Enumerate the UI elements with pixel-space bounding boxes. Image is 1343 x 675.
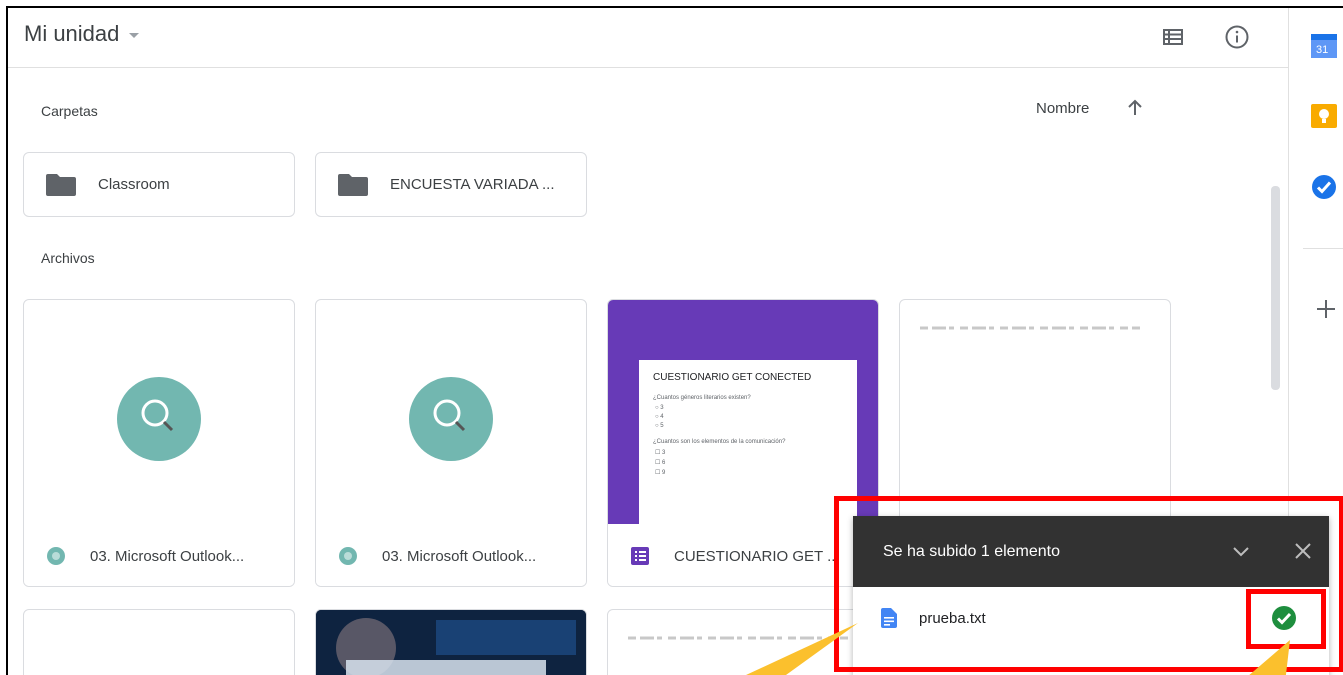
file-thumbnail xyxy=(316,300,586,524)
form-option: ○ 4 xyxy=(655,414,664,420)
video-file-icon xyxy=(339,547,357,565)
form-title: CUESTIONARIO GET CONECTED xyxy=(653,372,812,383)
form-option: ☐ 6 xyxy=(655,460,666,466)
file-name: CUESTIONARIO GET ... xyxy=(674,547,840,565)
svg-text:31: 31 xyxy=(1316,44,1328,56)
add-addon-icon[interactable] xyxy=(1315,298,1337,320)
close-icon[interactable] xyxy=(1290,538,1316,564)
forms-icon xyxy=(631,547,649,565)
file-thumbnail xyxy=(900,300,1170,524)
file-item[interactable] xyxy=(315,609,587,675)
file-thumbnail xyxy=(316,610,586,675)
form-preview: CUESTIONARIO GET CONECTED ¿Cuantos géner… xyxy=(639,360,857,524)
drive-window: Mi unidad 31 Carpetas Nombre Classroom E… xyxy=(6,6,1343,675)
form-option: ☐ 9 xyxy=(655,470,666,476)
tasks-icon[interactable] xyxy=(1311,174,1337,200)
check-circle-icon xyxy=(1272,606,1296,630)
arrow-up-icon[interactable] xyxy=(1125,98,1145,118)
upload-file-name: prueba.txt xyxy=(919,609,986,627)
my-drive-dropdown[interactable]: Mi unidad xyxy=(24,21,140,47)
folder-icon xyxy=(46,173,76,196)
files-heading: Archivos xyxy=(41,250,95,266)
form-option: ○ 3 xyxy=(655,405,664,411)
file-thumbnail xyxy=(24,300,294,524)
video-file-icon xyxy=(47,547,65,565)
divider xyxy=(1303,248,1343,249)
annotation-arrow xyxy=(746,623,858,675)
annotation-arrow xyxy=(1249,640,1290,675)
file-item[interactable]: 03. Microsoft Outlook... xyxy=(23,299,295,587)
sort-by-name[interactable]: Nombre xyxy=(1036,100,1089,117)
form-option: ○ 5 xyxy=(655,423,664,429)
folder-icon xyxy=(338,173,368,196)
folders-heading: Carpetas xyxy=(41,103,98,119)
file-thumbnail: CUESTIONARIO GET CONECTED ¿Cuantos géner… xyxy=(608,300,878,524)
file-item[interactable]: CUESTIONARIO GET CONECTED ¿Cuantos géner… xyxy=(607,299,879,587)
folder-item[interactable]: Classroom xyxy=(23,152,295,217)
calendar-icon[interactable]: 31 xyxy=(1311,34,1337,58)
page-title: Mi unidad xyxy=(24,21,120,46)
keep-icon[interactable] xyxy=(1311,104,1337,128)
document-icon xyxy=(881,608,897,628)
chevron-down-icon[interactable] xyxy=(1228,538,1254,564)
file-name: 03. Microsoft Outlook... xyxy=(382,547,537,565)
folder-item[interactable]: ENCUESTA VARIADA ... xyxy=(315,152,587,217)
folder-name: Classroom xyxy=(98,176,170,193)
file-item[interactable]: 03. Microsoft Outlook... xyxy=(315,299,587,587)
folder-name: ENCUESTA VARIADA ... xyxy=(390,176,555,193)
caret-down-icon xyxy=(129,33,140,38)
file-name: 03. Microsoft Outlook... xyxy=(90,547,245,565)
upload-status-header: Se ha subido 1 elemento xyxy=(853,516,1329,587)
form-question: ¿Cuantos son los elementos de la comunic… xyxy=(653,439,786,445)
info-icon[interactable] xyxy=(1222,22,1252,52)
list-view-icon[interactable] xyxy=(1158,22,1188,52)
scrollbar[interactable] xyxy=(1271,186,1280,390)
upload-status-title: Se ha subido 1 elemento xyxy=(883,542,1061,560)
form-option: ☐ 3 xyxy=(655,450,666,456)
form-question: ¿Cuantos géneros literarios existen? xyxy=(653,395,751,401)
file-item[interactable] xyxy=(23,609,295,675)
toolbar: Mi unidad xyxy=(8,8,1288,68)
